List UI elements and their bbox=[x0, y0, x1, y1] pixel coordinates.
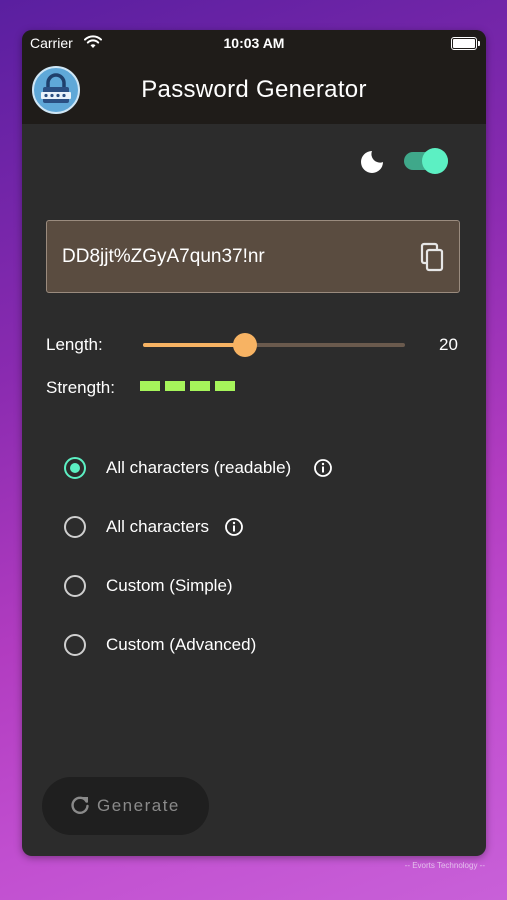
option-label[interactable]: All characters (readable) bbox=[106, 458, 291, 478]
option-label[interactable]: Custom (Simple) bbox=[106, 576, 233, 596]
refresh-icon bbox=[71, 796, 89, 814]
option-label[interactable]: All characters bbox=[106, 517, 209, 537]
radio-button[interactable] bbox=[64, 457, 86, 479]
moon-icon bbox=[361, 151, 383, 173]
radio-button[interactable] bbox=[64, 516, 86, 538]
info-icon[interactable] bbox=[224, 517, 244, 537]
option-custom-simple[interactable]: Custom (Simple) bbox=[64, 571, 444, 601]
length-label: Length: bbox=[46, 335, 103, 354]
password-value[interactable]: DD8jjt%ZGyA7qun37!nr bbox=[62, 246, 265, 268]
slider-active-track bbox=[143, 343, 245, 347]
clock: 10:03 AM bbox=[223, 35, 285, 51]
option-all-characters[interactable]: All characters bbox=[64, 512, 444, 542]
length-value: 20 bbox=[439, 335, 458, 354]
phone-screen: Carrier 10:03 AM Password Generator DD8j… bbox=[22, 30, 486, 856]
strength-label: Strength: bbox=[46, 378, 115, 397]
generate-label: Generate bbox=[97, 796, 180, 815]
app-title: Password Generator bbox=[141, 76, 367, 103]
strength-segment bbox=[165, 381, 185, 391]
generate-button[interactable]: Generate bbox=[42, 777, 209, 835]
copy-icon[interactable] bbox=[419, 242, 445, 272]
status-bar: Carrier 10:03 AM bbox=[22, 30, 486, 56]
strength-segment bbox=[215, 381, 235, 391]
footer-credit: -- Evorts Technology -- bbox=[404, 861, 485, 870]
password-output[interactable]: DD8jjt%ZGyA7qun37!nr bbox=[46, 220, 460, 293]
dark-mode-toggle[interactable] bbox=[404, 148, 448, 174]
slider-thumb[interactable] bbox=[233, 333, 257, 357]
length-slider[interactable] bbox=[143, 333, 405, 357]
option-label[interactable]: Custom (Advanced) bbox=[106, 635, 256, 655]
radio-button[interactable] bbox=[64, 634, 86, 656]
battery-icon bbox=[451, 37, 480, 50]
strength-segment bbox=[140, 381, 160, 391]
info-icon[interactable] bbox=[313, 458, 333, 478]
option-all-characters-readable[interactable]: All characters (readable) bbox=[64, 453, 444, 483]
app-bar: Password Generator bbox=[22, 56, 486, 124]
toggle-knob bbox=[422, 148, 448, 174]
radio-button[interactable] bbox=[64, 575, 86, 597]
strength-segment bbox=[190, 381, 210, 391]
option-custom-advanced[interactable]: Custom (Advanced) bbox=[64, 630, 444, 660]
